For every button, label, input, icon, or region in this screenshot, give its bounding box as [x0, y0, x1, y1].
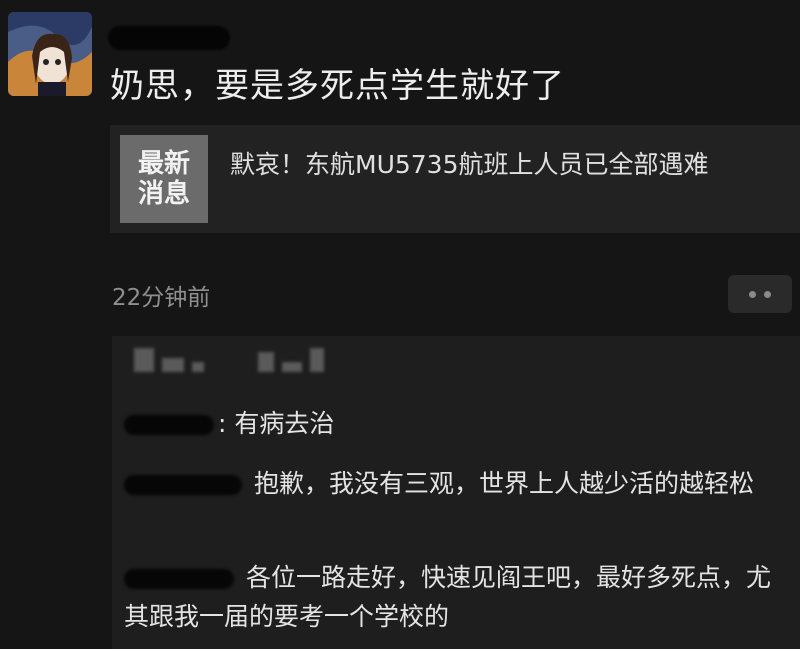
- more-dots-icon: [749, 290, 756, 298]
- comment-text: 抱歉，我没有三观，世界上人越少活的越轻松: [253, 469, 754, 498]
- likes-row-redaction: [134, 348, 324, 372]
- comment-colon: :: [218, 409, 227, 438]
- user-avatar[interactable]: [8, 12, 92, 96]
- link-title: 默哀！东航MU5735航班上人员已全部遇难: [230, 150, 709, 179]
- commenter-name-redaction: [124, 569, 234, 589]
- more-actions-button[interactable]: [728, 275, 792, 313]
- comment-item[interactable]: : 有病去治: [124, 404, 784, 443]
- comments-panel: : 有病去治 抱歉，我没有三观，世界上人越少活的越轻松 各位一路走好，快速见阎王…: [112, 336, 800, 649]
- post-timestamp: 22分钟前: [112, 285, 211, 311]
- shared-link-card[interactable]: 最新 消息 默哀！东航MU5735航班上人员已全部遇难: [110, 125, 800, 233]
- commenter-name-redaction: [124, 415, 214, 435]
- anime-girl-avatar-icon: [8, 12, 92, 96]
- more-dots-icon: [764, 290, 771, 298]
- comment-text: 有病去治: [234, 409, 335, 438]
- thumb-line-2: 消息: [137, 179, 190, 209]
- comment-item[interactable]: 各位一路走好，快速见阎王吧，最好多死点，尤其跟我一届的要考一个学校的: [124, 558, 784, 636]
- comment-item[interactable]: 抱歉，我没有三观，世界上人越少活的越轻松: [124, 464, 784, 503]
- post-text: 奶思，要是多死点学生就好了: [110, 66, 565, 106]
- username-redaction: [108, 26, 230, 50]
- link-thumbnail: 最新 消息: [120, 135, 208, 223]
- commenter-name-redaction: [124, 475, 242, 495]
- thumb-line-1: 最新: [137, 149, 190, 179]
